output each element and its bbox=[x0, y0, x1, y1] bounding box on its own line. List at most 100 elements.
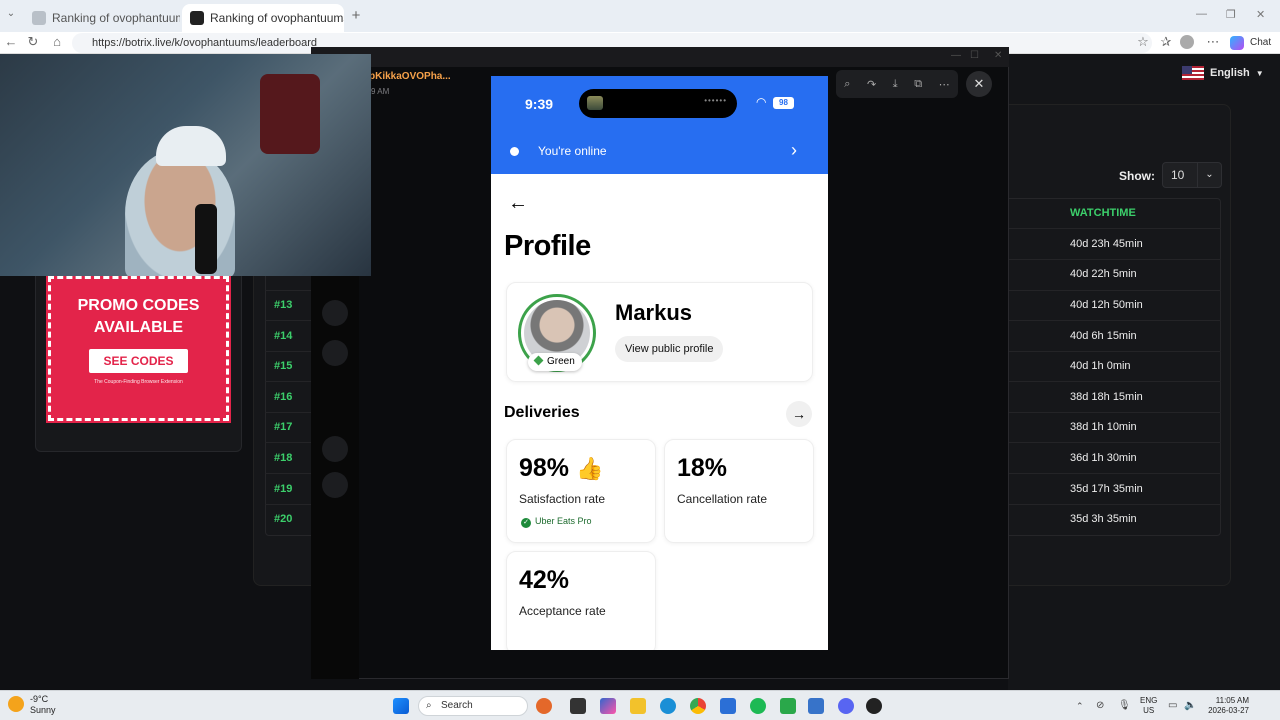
webcam-overlay bbox=[0, 54, 371, 276]
excel-icon[interactable] bbox=[780, 698, 796, 714]
wifi-icon: ◠ bbox=[756, 95, 767, 109]
spotify-icon[interactable] bbox=[750, 698, 766, 714]
discord-close-icon[interactable]: ✕ bbox=[994, 50, 1002, 61]
app-icon bbox=[587, 96, 603, 110]
waveform-icon: •••••• bbox=[704, 96, 727, 105]
table-row-watchtime: 40d 22h 5min bbox=[1070, 268, 1137, 280]
close-window-icon[interactable]: ✕ bbox=[1256, 8, 1265, 21]
table-row-watchtime: 35d 3h 35min bbox=[1070, 513, 1137, 525]
chevron-down-icon: ⌄ bbox=[1197, 163, 1221, 187]
tab-list-chevron-icon[interactable]: ⌄ bbox=[2, 8, 20, 19]
sun-icon bbox=[8, 696, 24, 712]
stat-card-acceptance: 42% Acceptance rate bbox=[506, 551, 656, 650]
discord-minimize-icon[interactable]: — bbox=[951, 50, 961, 61]
home-icon[interactable]: ⌂ bbox=[48, 34, 66, 49]
favorites-icon[interactable]: ✰ bbox=[1157, 34, 1175, 50]
remote-desktop-icon[interactable] bbox=[720, 698, 736, 714]
arrow-right-icon[interactable]: → bbox=[786, 401, 812, 427]
server-icon[interactable] bbox=[322, 472, 348, 498]
zoom-icon[interactable]: ⌕ bbox=[844, 78, 850, 91]
stat-value: 18% bbox=[677, 454, 728, 482]
download-icon[interactable]: ⤓ bbox=[893, 78, 898, 91]
taskbar-search[interactable]: ⌕ Search bbox=[418, 696, 528, 716]
more-menu-icon[interactable]: ⋯ bbox=[1204, 34, 1222, 50]
discord-titlebar: — ☐ ✕ bbox=[311, 47, 1009, 67]
status-header: 9:39 •••••• ◠ 98 You're online › bbox=[491, 76, 828, 174]
see-codes-button[interactable]: SEE CODES bbox=[89, 349, 188, 373]
table-row-watchtime: 40d 23h 45min bbox=[1070, 238, 1143, 250]
obs-icon[interactable] bbox=[866, 698, 882, 714]
table-row-rank: #17 bbox=[274, 421, 293, 433]
task-view-icon[interactable] bbox=[570, 698, 586, 714]
thumbs-up-icon: 👍 bbox=[576, 456, 604, 481]
table-row-rank: #14 bbox=[274, 330, 293, 342]
server-icon[interactable] bbox=[322, 300, 348, 326]
back-arrow-icon[interactable]: ← bbox=[508, 192, 528, 215]
edge-icon[interactable] bbox=[660, 698, 676, 714]
reload-icon[interactable]: ↻ bbox=[24, 34, 42, 50]
chrome-icon[interactable] bbox=[690, 698, 706, 714]
display-icon[interactable]: ▭ bbox=[1168, 700, 1177, 711]
search-icon: ⌕ bbox=[426, 700, 432, 711]
share-icon[interactable]: ↷ bbox=[867, 78, 876, 91]
tier-label: Green bbox=[547, 356, 575, 367]
discord-maximize-icon[interactable]: ☐ bbox=[970, 50, 979, 61]
back-icon[interactable]: ← bbox=[2, 34, 20, 49]
chevron-right-icon[interactable]: › bbox=[791, 140, 797, 161]
discord-username: pKikkaOVOPha... bbox=[369, 71, 451, 82]
start-icon[interactable] bbox=[393, 698, 409, 714]
promo-ad[interactable]: PROMO CODES AVAILABLE SEE CODES The Coup… bbox=[46, 274, 231, 423]
page-title: Profile bbox=[504, 230, 591, 262]
view-public-profile-button[interactable]: View public profile bbox=[615, 336, 724, 362]
dynamic-island: •••••• bbox=[579, 89, 737, 118]
online-status[interactable]: You're online bbox=[538, 144, 607, 158]
show-count-value: 10 bbox=[1171, 168, 1185, 182]
stat-label: Acceptance rate bbox=[519, 604, 606, 618]
profile-avatar[interactable] bbox=[1180, 35, 1194, 49]
tray-chevron-icon[interactable]: ⌃ bbox=[1076, 701, 1084, 712]
language-selector[interactable]: English ▼ bbox=[1182, 62, 1264, 84]
table-row-watchtime: 40d 6h 15min bbox=[1070, 330, 1137, 342]
close-viewer-button[interactable]: ✕ bbox=[966, 71, 992, 97]
watchtime-column-header[interactable]: WATCHTIME bbox=[1070, 207, 1136, 219]
stat-value: 98% 👍 bbox=[519, 454, 604, 482]
phone-clock: 9:39 bbox=[525, 96, 554, 112]
discord-icon[interactable] bbox=[838, 698, 854, 714]
new-tab-icon[interactable]: + bbox=[347, 7, 365, 24]
check-icon: ✓ bbox=[521, 518, 531, 528]
input-language[interactable]: ENG US bbox=[1140, 696, 1157, 716]
file-explorer-icon[interactable] bbox=[630, 698, 646, 714]
open-external-icon[interactable]: ⧉ bbox=[914, 78, 922, 91]
volume-icon[interactable]: 🔈 bbox=[1184, 700, 1196, 711]
tab-active[interactable]: Ranking of ovophantuums | BotRix ✕ bbox=[182, 4, 344, 32]
tab-title: Ranking of ovophantuums | BotRix bbox=[210, 11, 344, 25]
copilot-app-icon[interactable] bbox=[600, 698, 616, 714]
copilot-icon[interactable] bbox=[1230, 36, 1244, 50]
network-off-icon[interactable]: ⊘ bbox=[1096, 700, 1104, 711]
stat-card-satisfaction: 98% 👍 Satisfaction rate ✓ Uber Eats Pro bbox=[506, 439, 656, 543]
show-count-select[interactable]: 10 ⌄ bbox=[1162, 162, 1222, 188]
microphone bbox=[195, 204, 217, 274]
mic-icon[interactable]: 🎙 bbox=[1118, 700, 1131, 711]
chevron-down-icon: ▼ bbox=[1255, 68, 1264, 78]
server-icon[interactable] bbox=[322, 436, 348, 462]
streamer bbox=[125, 149, 235, 276]
tab-favicon-icon bbox=[190, 11, 204, 25]
online-dot-icon bbox=[510, 147, 519, 156]
system-clock[interactable]: 11:05 AM 2026-03-27 bbox=[1203, 696, 1249, 716]
app-icon[interactable] bbox=[808, 698, 824, 714]
table-row-watchtime: 40d 1h 0min bbox=[1070, 360, 1131, 372]
minimize-icon[interactable]: — bbox=[1196, 8, 1207, 20]
chat-label[interactable]: Chat bbox=[1250, 37, 1271, 48]
more-options-icon[interactable]: ⋯ bbox=[939, 78, 950, 91]
server-icon[interactable] bbox=[322, 340, 348, 366]
tab-favicon-icon bbox=[32, 11, 46, 25]
background-jersey bbox=[260, 74, 320, 154]
table-row-watchtime: 36d 1h 30min bbox=[1070, 452, 1137, 464]
favorite-star-icon[interactable]: ☆ bbox=[1134, 34, 1152, 50]
phone-screenshot: 9:39 •••••• ◠ 98 You're online › ← Profi… bbox=[491, 76, 828, 650]
maximize-icon[interactable]: ❐ bbox=[1226, 8, 1236, 21]
widget-icon[interactable] bbox=[536, 698, 552, 714]
tab-inactive[interactable]: Ranking of ovophantuums | BotRix ✕ bbox=[24, 4, 180, 32]
tier-badge: Green bbox=[528, 353, 582, 371]
